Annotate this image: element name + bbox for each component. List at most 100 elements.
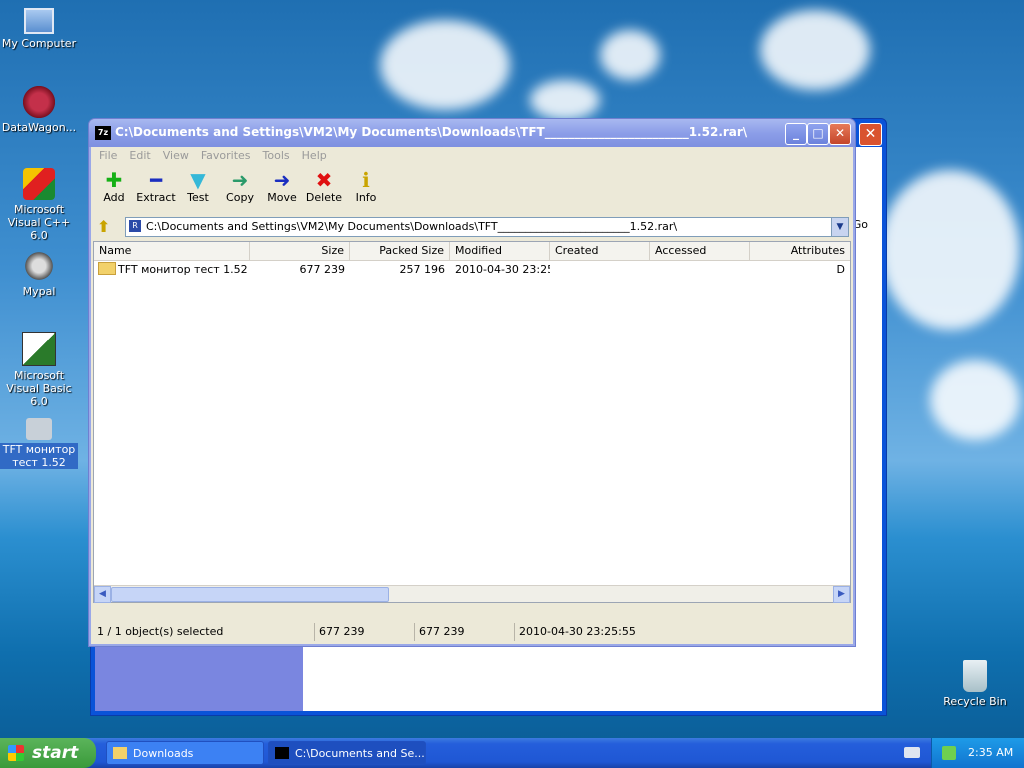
keyboard-icon[interactable] xyxy=(904,747,920,758)
info-button[interactable]: ℹ Info xyxy=(345,167,387,211)
copy-label: Copy xyxy=(226,191,254,204)
extract-button[interactable]: ━ Extract xyxy=(135,167,177,211)
address-row: ⬆ R C:\Documents and Settings\VM2\My Doc… xyxy=(93,216,851,238)
up-folder-button[interactable]: ⬆ xyxy=(97,218,115,236)
column-header-accessed[interactable]: Accessed xyxy=(650,242,750,260)
status-size: 677 239 xyxy=(315,623,415,641)
column-header-size[interactable]: Size xyxy=(250,242,350,260)
table-row[interactable]: TFT монитор тест 1.52 677 239 257 196 20… xyxy=(94,262,850,278)
menu-edit[interactable]: Edit xyxy=(123,147,156,165)
close-icon[interactable]: ✕ xyxy=(859,123,882,146)
desktop-icon-visual-cpp[interactable]: Microsoft Visual C++ 6.0 xyxy=(0,168,78,242)
menu-view[interactable]: View xyxy=(157,147,195,165)
column-header-modified[interactable]: Modified xyxy=(450,242,550,260)
delete-button[interactable]: ✖ Delete xyxy=(303,167,345,211)
scroll-left-button[interactable]: ◀ xyxy=(94,586,111,603)
taskbar-item-label: C:\Documents and Se... xyxy=(295,747,425,760)
extract-icon: ━ xyxy=(149,168,163,192)
move-icon: ➜ xyxy=(273,168,291,192)
desktop-icon-tft-folder[interactable]: TFT монитор тест 1.52 xyxy=(0,414,78,469)
desktop-icon-datawagon[interactable]: DataWagon... xyxy=(0,86,78,134)
column-header-name[interactable]: Name xyxy=(94,242,250,260)
info-label: Info xyxy=(355,191,377,204)
archive-window[interactable]: 7z C:\Documents and Settings\VM2\My Docu… xyxy=(88,118,856,647)
info-icon: ℹ xyxy=(362,168,370,192)
scroll-right-button[interactable]: ▶ xyxy=(833,586,850,603)
recycle-bin-icon xyxy=(963,660,987,692)
scroll-thumb[interactable] xyxy=(111,587,389,602)
delete-label: Delete xyxy=(305,191,343,204)
extract-label: Extract xyxy=(136,191,176,204)
row-created xyxy=(550,262,650,278)
desktop-icon-label: Microsoft Visual C++ 6.0 xyxy=(7,203,71,242)
test-button[interactable]: ▼ Test xyxy=(177,167,219,211)
minimize-icon: _ xyxy=(793,126,799,140)
start-label: start xyxy=(32,743,79,763)
row-accessed xyxy=(650,262,750,278)
folder-icon xyxy=(98,262,116,275)
move-button[interactable]: ➜ Move xyxy=(261,167,303,211)
seven-zip-app-icon: 7z xyxy=(95,126,111,140)
title-bar[interactable]: 7z C:\Documents and Settings\VM2\My Docu… xyxy=(89,119,855,147)
add-label: Add xyxy=(103,191,125,204)
minimize-button[interactable]: _ xyxy=(785,123,807,145)
desktop-icon-label: My Computer xyxy=(1,37,77,50)
desktop-icon-label: Mypal xyxy=(22,285,56,298)
row-size: 677 239 xyxy=(299,263,346,276)
archive-icon: R xyxy=(129,220,141,232)
copy-button[interactable]: ➜ Copy xyxy=(219,167,261,211)
desktop-icon-visual-basic[interactable]: Microsoft Visual Basic 6.0 xyxy=(0,332,78,408)
menu-help[interactable]: Help xyxy=(296,147,333,165)
maximize-button[interactable]: □ xyxy=(807,123,829,145)
chevron-right-icon: ▶ xyxy=(838,589,845,599)
desktop-icon-label: Recycle Bin xyxy=(943,695,1007,708)
network-icon[interactable] xyxy=(942,746,956,760)
folder-icon xyxy=(113,747,127,759)
chevron-down-icon: ▼ xyxy=(836,222,844,232)
status-modified: 2010-04-30 23:25:55 xyxy=(519,625,636,638)
clock[interactable]: 2:35 AM xyxy=(968,738,1013,768)
datawagon-icon xyxy=(23,86,55,118)
chevron-left-icon: ◀ xyxy=(99,589,106,599)
desktop-icon-label: TFT монитор тест 1.52 xyxy=(0,443,78,469)
desktop-icon-mypal[interactable]: Mypal xyxy=(0,250,78,298)
menu-file[interactable]: File xyxy=(93,147,123,165)
file-list[interactable]: Name Size Packed Size Modified Created A… xyxy=(93,241,851,603)
row-name-cell: TFT монитор тест 1.52 xyxy=(94,262,250,278)
desktop-icon-label: Microsoft Visual Basic 6.0 xyxy=(6,369,72,408)
explorer-left-pane xyxy=(95,645,303,711)
column-header-packed-size[interactable]: Packed Size xyxy=(350,242,450,260)
menu-bar: File Edit View Favorites Tools Help xyxy=(93,147,851,165)
menu-tools[interactable]: Tools xyxy=(257,147,296,165)
taskbar-item-downloads[interactable]: Downloads xyxy=(106,741,264,765)
move-label: Move xyxy=(267,191,297,204)
row-packed-size: 257 196 xyxy=(399,263,446,276)
start-button[interactable]: start xyxy=(0,738,96,768)
taskbar-item-archive[interactable]: C:\Documents and Se... xyxy=(268,741,426,765)
desktop-icon-label: DataWagon... xyxy=(1,121,77,134)
desktop-icon-my-computer[interactable]: My Computer xyxy=(0,4,78,50)
seven-zip-app-icon xyxy=(275,747,289,759)
add-button[interactable]: ✚ Add xyxy=(93,167,135,211)
desktop-icon-recycle-bin[interactable]: Recycle Bin xyxy=(936,660,1014,708)
copy-icon: ➜ xyxy=(231,168,249,192)
status-packed: 677 239 xyxy=(415,623,515,641)
column-header-created[interactable]: Created xyxy=(550,242,650,260)
address-combobox[interactable]: R C:\Documents and Settings\VM2\My Docum… xyxy=(125,217,849,237)
toolbar: ✚ Add ━ Extract ▼ Test ➜ Copy ➜ Move ✖ D… xyxy=(93,167,851,211)
status-selected: 1 / 1 object(s) selected xyxy=(93,623,315,641)
test-label: Test xyxy=(187,191,209,204)
address-dropdown-button[interactable]: ▼ xyxy=(831,218,848,236)
system-tray: 2:35 AM xyxy=(931,738,1024,768)
row-attributes: D xyxy=(836,263,845,276)
row-modified: 2010-04-30 23:25 xyxy=(455,263,550,276)
window-title: C:\Documents and Settings\VM2\My Documen… xyxy=(115,125,748,139)
taskbar-item-label: Downloads xyxy=(133,747,194,760)
menu-favorites[interactable]: Favorites xyxy=(195,147,257,165)
column-header-attributes[interactable]: Attributes xyxy=(750,242,850,260)
horizontal-scrollbar[interactable]: ◀ ▶ xyxy=(94,585,850,603)
up-arrow-icon: ⬆ xyxy=(97,217,111,236)
status-bar: 1 / 1 object(s) selected 677 239 677 239… xyxy=(93,623,851,641)
close-button[interactable]: ✕ xyxy=(829,123,851,145)
column-header-row: Name Size Packed Size Modified Created A… xyxy=(94,242,850,261)
